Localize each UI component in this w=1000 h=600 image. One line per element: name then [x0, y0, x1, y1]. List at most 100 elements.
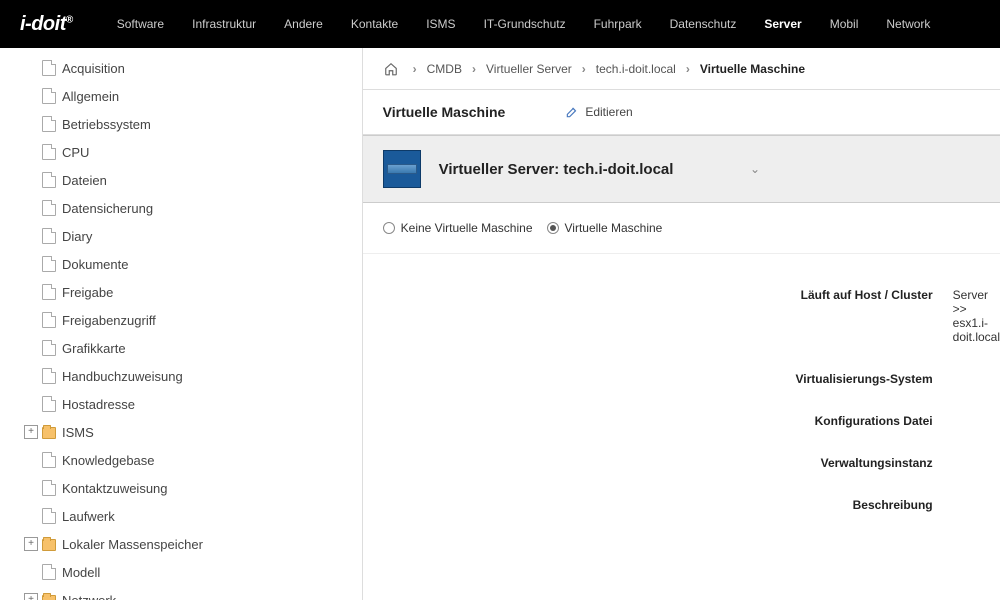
topnav: SoftwareInfrastrukturAndereKontakteISMSI… — [103, 0, 945, 48]
panel-header: Virtueller Server: tech.i-doit.local ⌄ — [363, 135, 1000, 203]
file-icon — [42, 508, 56, 524]
main-content: › CMDB › Virtueller Server › tech.i-doit… — [363, 48, 1000, 600]
file-icon — [42, 564, 56, 580]
file-icon — [42, 256, 56, 272]
tree-item-betriebssystem[interactable]: Betriebssystem — [0, 110, 362, 138]
radio-option-vm[interactable]: Virtuelle Maschine — [547, 221, 663, 235]
file-icon — [42, 144, 56, 160]
chevron-right-icon: › — [472, 62, 476, 76]
tree-item-grafikkarte[interactable]: Grafikkarte — [0, 334, 362, 362]
sidebar-tree[interactable]: Acquisition Allgemein Betriebssystem CPU Dat… — [0, 48, 363, 600]
file-icon — [42, 284, 56, 300]
tree-item-label: Betriebssystem — [62, 117, 151, 132]
tree-item-laufwerk[interactable]: Laufwerk — [0, 502, 362, 530]
tree-item-freigabenzugriff[interactable]: Freigabenzugriff — [0, 306, 362, 334]
breadcrumb-current: Virtuelle Maschine — [700, 62, 805, 76]
tree-item-lokaler-massenspeicher[interactable]: + Lokaler Massenspeicher — [0, 530, 362, 558]
nav-item-network[interactable]: Network — [872, 0, 944, 48]
breadcrumb-item[interactable]: Virtueller Server — [486, 62, 572, 76]
tree-item-label: Knowledgebase — [62, 453, 155, 468]
nav-item-datenschutz[interactable]: Datenschutz — [656, 0, 751, 48]
tree-item-label: Grafikkarte — [62, 341, 126, 356]
tree-item-label: Freigabe — [62, 285, 113, 300]
breadcrumb: › CMDB › Virtueller Server › tech.i-doit… — [363, 48, 1000, 90]
field-label: Virtualisierungs-System — [363, 372, 953, 386]
file-icon — [42, 480, 56, 496]
tree-item-label: ISMS — [62, 425, 94, 440]
field-virt-system: Virtualisierungs-System — [363, 358, 1000, 400]
tree-item-label: Acquisition — [62, 61, 125, 76]
field-description: Beschreibung — [363, 484, 1000, 526]
tree-item-freigabe[interactable]: Freigabe — [0, 278, 362, 306]
radio-option-no-vm[interactable]: Keine Virtuelle Maschine — [383, 221, 533, 235]
nav-item-isms[interactable]: ISMS — [412, 0, 469, 48]
edit-button[interactable]: Editieren — [565, 105, 632, 119]
tree-item-kontaktzuweisung[interactable]: Kontaktzuweisung — [0, 474, 362, 502]
chevron-right-icon: › — [413, 62, 417, 76]
field-host: Läuft auf Host / Cluster Server >> esx1.… — [363, 274, 1000, 358]
file-icon — [42, 60, 56, 76]
file-icon — [42, 368, 56, 384]
file-icon — [42, 228, 56, 244]
nav-item-server[interactable]: Server — [750, 0, 815, 48]
nav-item-infrastruktur[interactable]: Infrastruktur — [178, 0, 270, 48]
tree-item-label: Dokumente — [62, 257, 128, 272]
logo[interactable]: i-doit® — [20, 13, 73, 36]
file-icon — [42, 200, 56, 216]
tree-item-cpu[interactable]: CPU — [0, 138, 362, 166]
tree-item-handbuchzuweisung[interactable]: Handbuchzuweisung — [0, 362, 362, 390]
expand-icon[interactable]: + — [24, 537, 38, 551]
tree-item-label: Handbuchzuweisung — [62, 369, 183, 384]
tree-item-label: Laufwerk — [62, 509, 115, 524]
vm-type-radio-group: Keine Virtuelle Maschine Virtuelle Masch… — [363, 203, 1000, 254]
chevron-right-icon: › — [686, 62, 690, 76]
tree-item-hostadresse[interactable]: Hostadresse — [0, 390, 362, 418]
tree-item-label: CPU — [62, 145, 89, 160]
breadcrumb-item[interactable]: CMDB — [427, 62, 462, 76]
tree-item-netzwerk[interactable]: +Netzwerk — [0, 586, 362, 600]
field-config-file: Konfigurations Datei — [363, 400, 1000, 442]
file-icon — [42, 172, 56, 188]
form-area: Läuft auf Host / Cluster Server >> esx1.… — [363, 254, 1000, 546]
folder-icon — [42, 595, 56, 600]
field-label: Konfigurations Datei — [363, 414, 953, 428]
tree-item-label: Lokaler Massenspeicher — [62, 537, 203, 552]
file-icon — [42, 116, 56, 132]
file-icon — [42, 396, 56, 412]
tree-item-dokumente[interactable]: Dokumente — [0, 250, 362, 278]
nav-item-mobil[interactable]: Mobil — [816, 0, 873, 48]
tree-item-diary[interactable]: Diary — [0, 222, 362, 250]
tree-item-allgemein[interactable]: Allgemein — [0, 82, 362, 110]
tree-item-dateien[interactable]: Dateien — [0, 166, 362, 194]
nav-item-it-grundschutz[interactable]: IT-Grundschutz — [470, 0, 580, 48]
nav-item-fuhrpark[interactable]: Fuhrpark — [580, 0, 656, 48]
nav-item-andere[interactable]: Andere — [270, 0, 337, 48]
page-header: Virtuelle Maschine Editieren — [363, 90, 1000, 135]
tree-item-label: Datensicherung — [62, 201, 153, 216]
tree-item-label: Dateien — [62, 173, 107, 188]
field-label: Beschreibung — [363, 498, 953, 512]
tree-item-label: Kontaktzuweisung — [62, 481, 168, 496]
tree-item-datensicherung[interactable]: Datensicherung — [0, 194, 362, 222]
home-icon[interactable] — [383, 62, 399, 76]
file-icon — [42, 88, 56, 104]
expand-icon[interactable]: + — [24, 425, 38, 439]
tree-item-modell[interactable]: Modell — [0, 558, 362, 586]
breadcrumb-item[interactable]: tech.i-doit.local — [596, 62, 676, 76]
nav-item-software[interactable]: Software — [103, 0, 178, 48]
field-label: Läuft auf Host / Cluster — [363, 288, 953, 344]
field-value — [953, 498, 1000, 512]
tree-item-isms[interactable]: + ISMS — [0, 418, 362, 446]
field-value — [953, 456, 1000, 470]
tree-item-acquisition[interactable]: Acquisition — [0, 54, 362, 82]
tree-item-label: Diary — [62, 229, 92, 244]
expand-icon[interactable]: + — [24, 593, 38, 600]
file-icon — [42, 340, 56, 356]
tree-item-label: Freigabenzugriff — [62, 313, 156, 328]
tree-item-label: Hostadresse — [62, 397, 135, 412]
tree-item-knowledgebase[interactable]: Knowledgebase — [0, 446, 362, 474]
nav-item-kontakte[interactable]: Kontakte — [337, 0, 412, 48]
chevron-down-icon[interactable]: ⌄ — [750, 162, 760, 176]
edit-label: Editieren — [585, 105, 632, 119]
folder-icon — [42, 427, 56, 439]
